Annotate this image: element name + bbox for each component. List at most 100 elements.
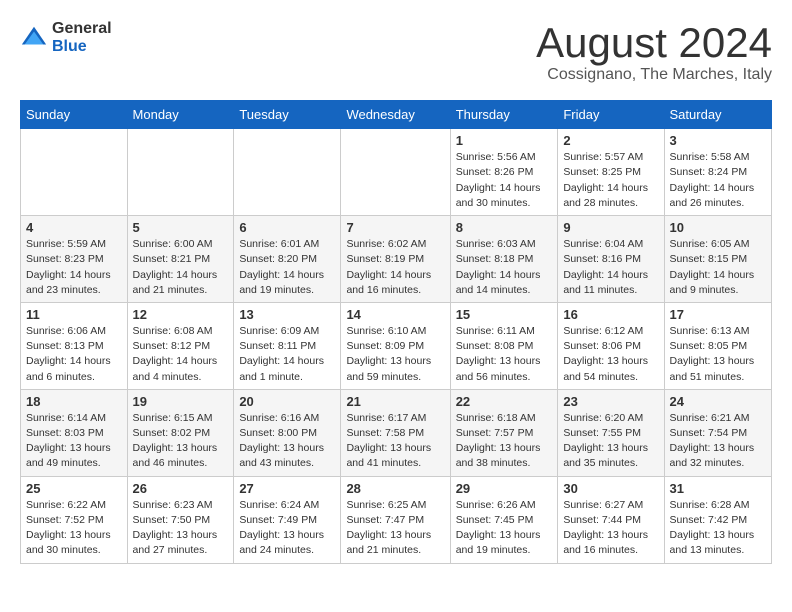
day-info: Sunrise: 6:03 AM Sunset: 8:18 PM Dayligh… [456,237,553,298]
month-title: August 2024 [536,20,772,66]
day-number: 19 [133,394,229,409]
calendar-cell [21,129,128,216]
day-number: 30 [563,481,658,496]
day-info: Sunrise: 6:08 AM Sunset: 8:12 PM Dayligh… [133,324,229,385]
calendar-week-row: 25 Sunrise: 6:22 AM Sunset: 7:52 PM Dayli… [21,476,772,563]
calendar-cell [234,129,341,216]
day-info: Sunrise: 6:24 AM Sunset: 7:49 PM Dayligh… [239,498,335,559]
calendar-week-row: 4 Sunrise: 5:59 AM Sunset: 8:23 PM Daylig… [21,216,772,303]
calendar-cell: 26Sunrise: 6:23 AM Sunset: 7:50 PM Dayli… [127,476,234,563]
calendar-cell [127,129,234,216]
header-monday: Monday [127,101,234,129]
header-saturday: Saturday [664,101,771,129]
calendar-cell: 20Sunrise: 6:16 AM Sunset: 8:00 PM Dayli… [234,389,341,476]
calendar-cell: 14 Sunrise: 6:10 AM Sunset: 8:09 PM Dayli… [341,302,450,389]
day-info: Sunrise: 6:28 AM Sunset: 7:42 PM Dayligh… [670,498,766,559]
calendar-cell: 4 Sunrise: 5:59 AM Sunset: 8:23 PM Daylig… [21,216,128,303]
calendar-cell: 27 Sunrise: 6:24 AM Sunset: 7:49 PM Dayli… [234,476,341,563]
day-number: 31 [670,481,766,496]
calendar-cell: 12 Sunrise: 6:08 AM Sunset: 8:12 PM Dayli… [127,302,234,389]
calendar-cell: 8Sunrise: 6:03 AM Sunset: 8:18 PM Daylig… [450,216,558,303]
calendar-cell: 30 Sunrise: 6:27 AM Sunset: 7:44 PM Dayli… [558,476,664,563]
logo-text: General Blue [52,20,112,55]
day-number: 5 [133,220,229,235]
title-area: August 2024 Cossignano, The Marches, Ita… [536,20,772,84]
calendar-header-row: SundayMondayTuesdayWednesdayThursdayFrid… [21,101,772,129]
calendar-cell: 11Sunrise: 6:06 AM Sunset: 8:13 PM Dayli… [21,302,128,389]
logo-icon [20,24,48,52]
day-number: 18 [26,394,122,409]
day-info: Sunrise: 5:56 AM Sunset: 8:26 PM Dayligh… [456,150,553,211]
day-number: 9 [563,220,658,235]
day-info: Sunrise: 6:21 AM Sunset: 7:54 PM Dayligh… [670,411,766,472]
day-info: Sunrise: 6:05 AM Sunset: 8:15 PM Dayligh… [670,237,766,298]
day-number: 21 [346,394,444,409]
day-info: Sunrise: 6:13 AM Sunset: 8:05 PM Dayligh… [670,324,766,385]
day-number: 11 [26,307,122,322]
calendar-week-row: 18Sunrise: 6:14 AM Sunset: 8:03 PM Dayli… [21,389,772,476]
day-number: 26 [133,481,229,496]
calendar-cell: 18Sunrise: 6:14 AM Sunset: 8:03 PM Dayli… [21,389,128,476]
day-info: Sunrise: 6:00 AM Sunset: 8:21 PM Dayligh… [133,237,229,298]
calendar-cell: 2Sunrise: 5:57 AM Sunset: 8:25 PM Daylig… [558,129,664,216]
calendar-cell: 5 Sunrise: 6:00 AM Sunset: 8:21 PM Daylig… [127,216,234,303]
calendar-cell: 1 Sunrise: 5:56 AM Sunset: 8:26 PM Daylig… [450,129,558,216]
calendar-cell: 9 Sunrise: 6:04 AM Sunset: 8:16 PM Daylig… [558,216,664,303]
day-number: 12 [133,307,229,322]
calendar-week-row: 1 Sunrise: 5:56 AM Sunset: 8:26 PM Daylig… [21,129,772,216]
day-info: Sunrise: 6:17 AM Sunset: 7:58 PM Dayligh… [346,411,444,472]
calendar-cell: 22Sunrise: 6:18 AM Sunset: 7:57 PM Dayli… [450,389,558,476]
day-number: 25 [26,481,122,496]
day-number: 6 [239,220,335,235]
calendar-cell: 13 Sunrise: 6:09 AM Sunset: 8:11 PM Dayli… [234,302,341,389]
day-number: 13 [239,307,335,322]
day-number: 3 [670,133,766,148]
day-number: 24 [670,394,766,409]
day-number: 10 [670,220,766,235]
day-number: 15 [456,307,553,322]
calendar-cell: 15 Sunrise: 6:11 AM Sunset: 8:08 PM Dayli… [450,302,558,389]
logo-general-text: General [52,20,112,38]
logo: General Blue [20,20,112,55]
calendar-cell [341,129,450,216]
header-tuesday: Tuesday [234,101,341,129]
calendar-cell: 24 Sunrise: 6:21 AM Sunset: 7:54 PM Dayli… [664,389,771,476]
calendar-cell: 17 Sunrise: 6:13 AM Sunset: 8:05 PM Dayli… [664,302,771,389]
calendar-cell: 7Sunrise: 6:02 AM Sunset: 8:19 PM Daylig… [341,216,450,303]
calendar-cell: 19Sunrise: 6:15 AM Sunset: 8:02 PM Dayli… [127,389,234,476]
day-info: Sunrise: 6:01 AM Sunset: 8:20 PM Dayligh… [239,237,335,298]
calendar-cell: 29 Sunrise: 6:26 AM Sunset: 7:45 PM Dayli… [450,476,558,563]
day-number: 17 [670,307,766,322]
day-info: Sunrise: 5:59 AM Sunset: 8:23 PM Dayligh… [26,237,122,298]
calendar-cell: 28Sunrise: 6:25 AM Sunset: 7:47 PM Dayli… [341,476,450,563]
day-info: Sunrise: 6:20 AM Sunset: 7:55 PM Dayligh… [563,411,658,472]
day-info: Sunrise: 6:11 AM Sunset: 8:08 PM Dayligh… [456,324,553,385]
day-info: Sunrise: 6:27 AM Sunset: 7:44 PM Dayligh… [563,498,658,559]
header-thursday: Thursday [450,101,558,129]
day-info: Sunrise: 6:22 AM Sunset: 7:52 PM Dayligh… [26,498,122,559]
day-number: 23 [563,394,658,409]
header-sunday: Sunday [21,101,128,129]
calendar-cell: 23 Sunrise: 6:20 AM Sunset: 7:55 PM Dayli… [558,389,664,476]
day-number: 16 [563,307,658,322]
day-info: Sunrise: 6:09 AM Sunset: 8:11 PM Dayligh… [239,324,335,385]
day-info: Sunrise: 6:18 AM Sunset: 7:57 PM Dayligh… [456,411,553,472]
calendar-cell: 31 Sunrise: 6:28 AM Sunset: 7:42 PM Dayli… [664,476,771,563]
calendar-week-row: 11Sunrise: 6:06 AM Sunset: 8:13 PM Dayli… [21,302,772,389]
day-number: 29 [456,481,553,496]
day-number: 14 [346,307,444,322]
calendar-cell: 6 Sunrise: 6:01 AM Sunset: 8:20 PM Daylig… [234,216,341,303]
day-number: 28 [346,481,444,496]
day-info: Sunrise: 6:26 AM Sunset: 7:45 PM Dayligh… [456,498,553,559]
day-number: 27 [239,481,335,496]
header-wednesday: Wednesday [341,101,450,129]
day-number: 4 [26,220,122,235]
day-number: 20 [239,394,335,409]
day-number: 1 [456,133,553,148]
calendar-cell: 21 Sunrise: 6:17 AM Sunset: 7:58 PM Dayli… [341,389,450,476]
day-info: Sunrise: 6:10 AM Sunset: 8:09 PM Dayligh… [346,324,444,385]
day-info: Sunrise: 6:04 AM Sunset: 8:16 PM Dayligh… [563,237,658,298]
day-info: Sunrise: 6:02 AM Sunset: 8:19 PM Dayligh… [346,237,444,298]
day-info: Sunrise: 5:58 AM Sunset: 8:24 PM Dayligh… [670,150,766,211]
calendar-cell: 16Sunrise: 6:12 AM Sunset: 8:06 PM Dayli… [558,302,664,389]
